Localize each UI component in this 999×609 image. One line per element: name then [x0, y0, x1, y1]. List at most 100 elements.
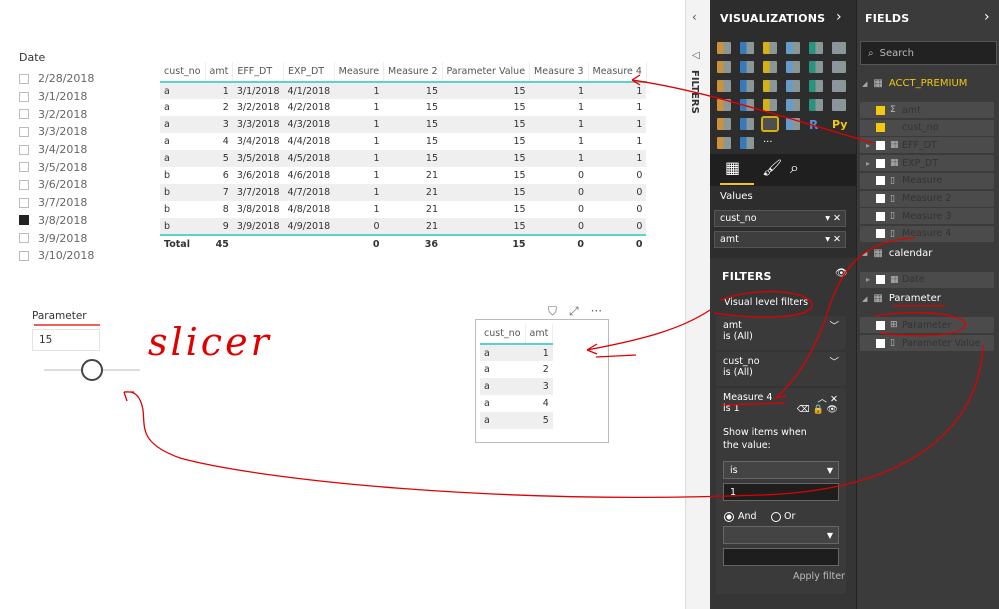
- visual-type-icon[interactable]: [832, 61, 846, 73]
- radio-selected-icon[interactable]: [724, 511, 734, 522]
- field-item[interactable]: cust_no: [860, 119, 994, 136]
- radio-icon[interactable]: [771, 511, 781, 522]
- filter-card-amt[interactable]: amt is (All) ﹀: [716, 316, 846, 350]
- parameter-value-input[interactable]: 15: [32, 329, 100, 351]
- date-slicer-item[interactable]: 2/28/2018: [19, 70, 94, 88]
- checkbox[interactable]: [19, 233, 29, 244]
- visual-type-icon[interactable]: [717, 137, 731, 149]
- checkbox[interactable]: [19, 179, 29, 190]
- visual-type-icon[interactable]: R: [809, 118, 823, 132]
- visual-type-icon[interactable]: [786, 61, 800, 73]
- checkbox[interactable]: [19, 73, 29, 84]
- visual-type-icon[interactable]: [740, 99, 754, 111]
- date-slicer-item[interactable]: 3/7/2018: [19, 194, 94, 212]
- second-value-input[interactable]: [723, 548, 839, 566]
- date-slicer-item[interactable]: 3/3/2018: [19, 123, 94, 141]
- visual-type-icon[interactable]: [717, 42, 731, 54]
- visual-type-icon[interactable]: [717, 80, 731, 92]
- date-slicer-item[interactable]: 3/10/2018: [19, 247, 94, 265]
- column-header[interactable]: EXP_DT: [283, 62, 335, 83]
- focus-mode-icon[interactable]: ⤢: [569, 304, 579, 319]
- visual-type-icon[interactable]: [717, 118, 731, 130]
- column-header[interactable]: amt: [205, 62, 234, 83]
- collapse-triangle-icon[interactable]: ◢: [862, 249, 867, 257]
- date-slicer-item[interactable]: 3/5/2018: [19, 158, 94, 176]
- and-radio[interactable]: And: [724, 511, 757, 522]
- more-options-icon[interactable]: ···: [591, 304, 602, 319]
- visual-type-icon[interactable]: [809, 61, 823, 73]
- checkbox[interactable]: [876, 176, 885, 186]
- column-header[interactable]: Measure 4: [588, 62, 647, 83]
- column-header[interactable]: Parameter Value: [442, 62, 531, 83]
- checkbox[interactable]: [19, 144, 29, 155]
- column-header[interactable]: EFF_DT: [232, 62, 284, 83]
- field-item[interactable]: Σamt: [860, 102, 994, 118]
- checkbox[interactable]: [876, 275, 885, 285]
- or-radio[interactable]: Or: [771, 511, 795, 522]
- checkbox[interactable]: [876, 105, 885, 115]
- field-item[interactable]: ▯ Measure 4: [860, 225, 994, 242]
- visual-type-icon[interactable]: [786, 80, 800, 92]
- chevron-down-icon[interactable]: ﹀: [829, 354, 839, 368]
- operator-dropdown[interactable]: is ▼: [723, 461, 839, 479]
- checkbox[interactable]: [19, 109, 29, 120]
- visual-type-icon[interactable]: [763, 42, 777, 54]
- field-item[interactable]: ▸ ▦ EFF_DT: [860, 137, 994, 154]
- remove-icon[interactable]: ▾ ✕: [825, 213, 841, 224]
- visual-type-icon[interactable]: [809, 80, 823, 92]
- visual-type-icon[interactable]: [761, 116, 779, 132]
- checkbox[interactable]: [19, 215, 29, 226]
- expand-icon[interactable]: ▸: [860, 159, 876, 168]
- visual-type-icon[interactable]: [763, 61, 777, 73]
- field-table-header[interactable]: ◢ ▦ Parameter: [862, 293, 941, 304]
- date-slicer-item[interactable]: 3/9/2018: [19, 229, 94, 247]
- date-slicer-item[interactable]: 3/2/2018: [19, 105, 94, 123]
- small-table[interactable]: cust_no amt a 1 a 2 a 3 a 4 a 5: [480, 324, 554, 429]
- visual-type-icon[interactable]: [832, 80, 846, 92]
- visual-type-icon[interactable]: [717, 99, 731, 111]
- eye-icon[interactable]: 👁: [835, 268, 848, 279]
- visual-type-icon[interactable]: [763, 99, 777, 111]
- collapse-and-close-icon[interactable]: ︿ ✕: [818, 391, 838, 405]
- parameter-slider[interactable]: [44, 359, 140, 381]
- visual-type-icon[interactable]: [786, 42, 800, 54]
- visual-type-icon[interactable]: [786, 118, 800, 130]
- eraser-lock-eye-icons[interactable]: ⌫ 🔒 👁: [797, 405, 838, 415]
- expand-chevron-icon[interactable]: ›: [836, 9, 842, 25]
- field-item[interactable]: ▯ Measure 3: [860, 208, 994, 225]
- visual-type-icon[interactable]: [740, 61, 754, 73]
- visual-type-icon[interactable]: ···: [763, 137, 777, 149]
- checkbox[interactable]: [19, 91, 29, 102]
- visual-type-icon[interactable]: [832, 42, 846, 54]
- expand-icon[interactable]: ▸: [860, 141, 876, 150]
- column-header[interactable]: Measure 3: [529, 62, 589, 83]
- date-slicer-item[interactable]: 3/1/2018: [19, 88, 94, 106]
- field-table-header[interactable]: ◢ ▦ ACCT_PREMIUM: [862, 78, 967, 89]
- checkbox[interactable]: [876, 338, 885, 348]
- visual-type-icon[interactable]: [740, 118, 754, 130]
- visual-type-icon[interactable]: [740, 80, 754, 92]
- field-item[interactable]: ▯ Measure: [860, 172, 994, 189]
- checkbox[interactable]: [876, 194, 885, 203]
- checkbox[interactable]: [876, 320, 885, 330]
- filter-card-cust-no[interactable]: cust_no is (All) ﹀: [716, 352, 846, 386]
- filters-strip[interactable]: ‹ ◁ FILTERS: [685, 0, 710, 609]
- expand-chevron-icon[interactable]: ›: [984, 9, 990, 25]
- field-table-header[interactable]: ◢ ▦ calendar: [862, 248, 932, 259]
- visual-type-icon[interactable]: [786, 99, 800, 111]
- checkbox[interactable]: [876, 123, 885, 133]
- column-header[interactable]: Measure 2: [383, 62, 443, 83]
- filter-value-input[interactable]: 1: [723, 483, 839, 501]
- field-item[interactable]: ▯ Parameter Value: [860, 335, 994, 351]
- field-item[interactable]: ⊞ Parameter: [860, 317, 994, 334]
- fields-search-input[interactable]: ⌕ Search: [860, 41, 997, 65]
- format-paint-roller-icon[interactable]: 🖌: [762, 158, 782, 177]
- visual-type-icon[interactable]: [832, 99, 846, 111]
- column-header[interactable]: cust_no: [160, 62, 206, 83]
- main-table[interactable]: cust_no amt EFF_DT EXP_DT Measure Measure 2 Pa…: [160, 62, 647, 253]
- checkbox[interactable]: [876, 229, 885, 239]
- remove-icon[interactable]: ▾ ✕: [825, 234, 841, 245]
- fields-tab-icon[interactable]: ▦: [725, 158, 740, 177]
- date-slicer-item[interactable]: 3/6/2018: [19, 176, 94, 194]
- chevron-down-icon[interactable]: ﹀: [829, 318, 839, 332]
